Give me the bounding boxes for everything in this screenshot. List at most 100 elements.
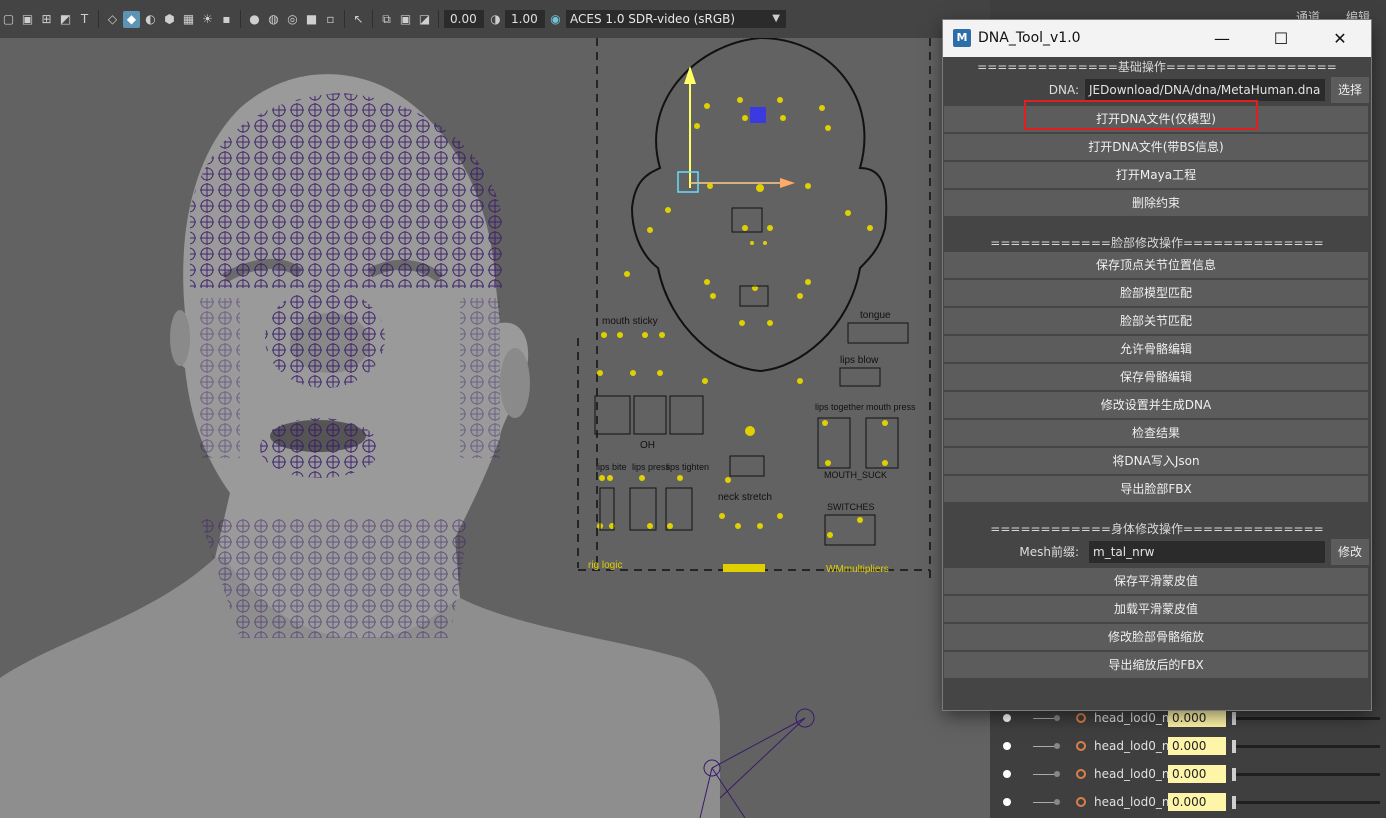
attribute-row[interactable]: head_lod0_m 0.000	[990, 760, 1386, 788]
visibility-dot-icon[interactable]	[1003, 742, 1011, 750]
load-skin-weights-button[interactable]: 加载平滑蒙皮值	[944, 596, 1368, 622]
attribute-value-field[interactable]: 0.000	[1168, 737, 1226, 755]
rig-label-rig-logic: rig logic	[588, 560, 622, 571]
save-skeleton-edit-button[interactable]: 保存骨骼编辑	[944, 364, 1368, 390]
shaded-cube-icon[interactable]: ◆	[123, 10, 140, 28]
mesh-prefix-label: Mesh前缀:	[1019, 545, 1079, 559]
toolbar-icon-strip: ▢ ▣ ⊞ ◩ T ◇ ◆ ◐ ⬢ ▦ ☀ ▪ ● ◍ ◎ ■ ▫ ↖ ⧉ ▣ …	[0, 9, 461, 29]
color-space-value: ACES 1.0 SDR-video (sRGB)	[570, 12, 736, 26]
xray-icon[interactable]: ⧉	[378, 11, 395, 28]
open-dna-with-bs-button[interactable]: 打开DNA文件(带BS信息)	[944, 134, 1368, 160]
rig-label-switches: SWITCHES	[827, 502, 875, 512]
motion-blur-icon[interactable]: ◍	[265, 11, 282, 28]
blendshape-target-icon	[1076, 713, 1086, 723]
rig-label-lips-together: lips together	[815, 402, 864, 412]
attribute-name: head_lod0_m	[1094, 711, 1168, 725]
choose-dna-button[interactable]: 选择	[1331, 77, 1369, 103]
blendshape-target-icon	[1076, 741, 1086, 751]
dna-path-field[interactable]: JEDownload/DNA/dna/MetaHuman.dna	[1085, 79, 1325, 101]
visibility-dot-icon[interactable]	[1003, 770, 1011, 778]
allow-skeleton-edit-button[interactable]: 允许骨骼编辑	[944, 336, 1368, 362]
half-shaded-icon[interactable]: ◐	[142, 11, 159, 28]
rig-label-mouth-sticky: mouth sticky	[602, 316, 658, 327]
section-header-basic: ==============基础操作=================	[977, 60, 1337, 74]
gamma-field[interactable]: 1.00	[505, 10, 545, 28]
attribute-row[interactable]: head_lod0_m 0.000	[990, 732, 1386, 760]
export-face-fbx-button[interactable]: 导出脸部FBX	[944, 476, 1368, 502]
attribute-name: head_lod0_m	[1094, 739, 1168, 753]
rig-label-neck-stretch: neck stretch	[718, 492, 772, 503]
attribute-value-field[interactable]: 0.000	[1168, 709, 1226, 727]
blendshape-target-icon	[1076, 769, 1086, 779]
antialias-icon[interactable]: ◎	[284, 11, 301, 28]
highlight-box	[1024, 100, 1258, 130]
light-icon[interactable]: ☀	[199, 11, 216, 28]
modify-face-bone-scale-button[interactable]: 修改脸部骨骼缩放	[944, 624, 1368, 650]
write-dna-json-button[interactable]: 将DNA写入Json	[944, 448, 1368, 474]
connector-node	[1054, 799, 1060, 805]
mesh-prefix-row: Mesh前缀: m_tal_nrw 修改	[943, 539, 1371, 565]
frame-icon[interactable]: ▣	[19, 11, 36, 28]
rig-gui-board: mouth sticky tongue lips blow OH lips to…	[577, 38, 931, 578]
face-joint-match-button[interactable]: 脸部关节匹配	[944, 308, 1368, 334]
wireframe-icon[interactable]: ▢	[0, 11, 17, 28]
textured-icon[interactable]: ⬢	[161, 11, 178, 28]
face-mesh-match-button[interactable]: 脸部模型匹配	[944, 280, 1368, 306]
modify-and-generate-dna-button[interactable]: 修改设置并生成DNA	[944, 392, 1368, 418]
toolbar-separator	[98, 10, 99, 28]
visibility-dot-icon[interactable]	[1003, 798, 1011, 806]
3d-viewport[interactable]: mouth sticky tongue lips blow OH lips to…	[0, 38, 990, 818]
connector-node	[1054, 743, 1060, 749]
grid-icon[interactable]: ⊞	[38, 11, 55, 28]
modify-prefix-button[interactable]: 修改	[1331, 539, 1369, 565]
ambient-occlusion-icon[interactable]: ●	[246, 11, 263, 28]
color-management-icon[interactable]: ◉	[547, 10, 564, 27]
open-maya-project-button[interactable]: 打开Maya工程	[944, 162, 1368, 188]
rig-label-tongue: tongue	[860, 310, 891, 321]
close-button[interactable]: ✕	[1311, 20, 1369, 57]
minimize-button[interactable]: —	[1193, 20, 1251, 57]
connector-node	[1054, 715, 1060, 721]
attribute-value-field[interactable]: 0.000	[1168, 793, 1226, 811]
resolution-gate-icon[interactable]: ◪	[416, 11, 433, 28]
save-vertex-joint-info-button[interactable]: 保存顶点关节位置信息	[944, 252, 1368, 278]
rig-label-lips-blow: lips blow	[840, 355, 879, 366]
toolbar-separator	[240, 10, 241, 28]
checker-icon[interactable]: ▦	[180, 11, 197, 28]
isolate-icon[interactable]: ■	[303, 11, 320, 28]
wire-cube-icon[interactable]: ◇	[104, 11, 121, 28]
attribute-slider[interactable]	[1232, 795, 1380, 809]
attribute-row[interactable]: head_lod0_m 0.000	[990, 788, 1386, 816]
window-titlebar[interactable]: M DNA_Tool_v1.0 — ☐ ✕	[943, 20, 1371, 57]
gate-icon[interactable]: ▣	[397, 11, 414, 28]
attribute-slider[interactable]	[1232, 767, 1380, 781]
export-scaled-fbx-button[interactable]: 导出缩放后的FBX	[944, 652, 1368, 678]
rig-label-lips-tighten: lips tighten	[666, 462, 709, 472]
rig-label-lips-bite: lips bite	[596, 462, 627, 472]
select-cursor-icon[interactable]: ↖	[350, 11, 367, 28]
check-result-button[interactable]: 检查结果	[944, 420, 1368, 446]
attribute-slider[interactable]	[1232, 739, 1380, 753]
section-header-body: ============身体修改操作==============	[990, 522, 1324, 536]
chevron-down-icon: ▼	[772, 13, 780, 24]
rig-label-wm-multipliers: WMmultipliers	[826, 564, 889, 575]
dna-tool-window: M DNA_Tool_v1.0 — ☐ ✕ ==============基础操作…	[943, 20, 1371, 710]
visibility-dot-icon[interactable]	[1003, 714, 1011, 722]
attribute-value-field[interactable]: 0.000	[1168, 765, 1226, 783]
mesh-prefix-field[interactable]: m_tal_nrw	[1089, 541, 1325, 563]
attribute-slider[interactable]	[1232, 711, 1380, 725]
color-space-dropdown[interactable]: ACES 1.0 SDR-video (sRGB) ▼	[566, 10, 786, 28]
shadow-icon[interactable]: ▪	[218, 11, 235, 28]
camera-icon[interactable]: ▫	[322, 11, 339, 28]
delete-constraints-button[interactable]: 删除约束	[944, 190, 1368, 216]
save-skin-weights-button[interactable]: 保存平滑蒙皮值	[944, 568, 1368, 594]
maximize-button[interactable]: ☐	[1252, 20, 1310, 57]
text-icon[interactable]: T	[76, 11, 93, 28]
blendshape-target-icon	[1076, 797, 1086, 807]
exposure-field[interactable]: 0.00	[444, 10, 484, 28]
rig-label-oh: OH	[640, 440, 655, 451]
image-plane-icon[interactable]: ◩	[57, 11, 74, 28]
rig-label-mouth-suck: MOUTH_SUCK	[824, 470, 887, 480]
toolbar-separator	[438, 10, 439, 28]
gamma-icon[interactable]: ◑	[487, 10, 504, 27]
